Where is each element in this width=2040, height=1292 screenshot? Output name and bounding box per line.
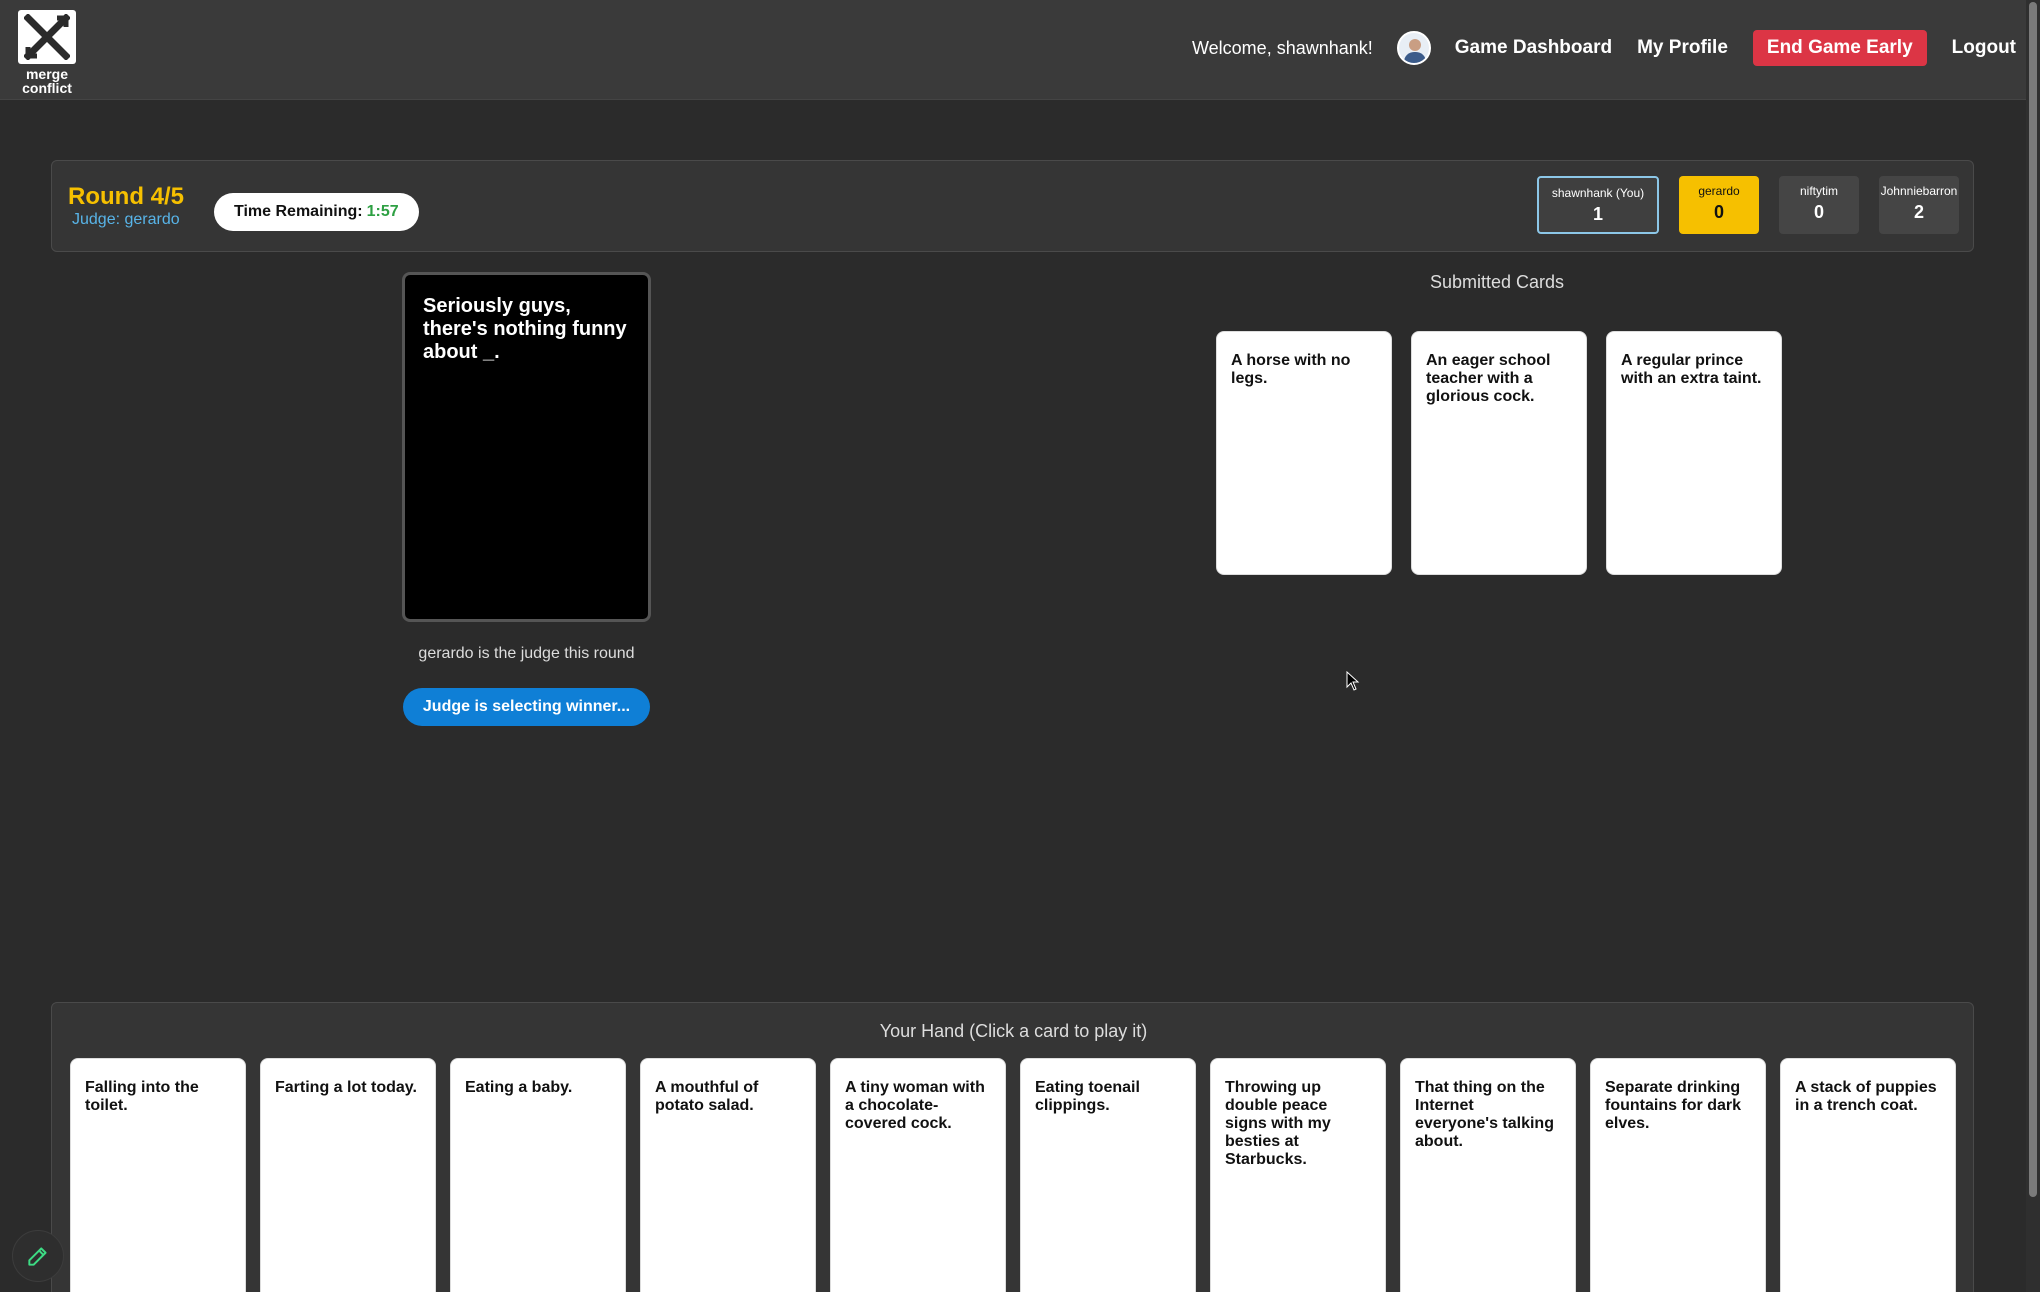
player-score-judge: gerardo 0 <box>1679 176 1759 234</box>
player-score: 2 <box>1913 202 1924 222</box>
hand-card[interactable]: Farting a lot today. <box>260 1058 436 1292</box>
round-title: Round 4/5 <box>68 183 185 210</box>
hand-card[interactable]: A stack of puppies in a trench coat. <box>1780 1058 1956 1292</box>
judge-label: Judge: gerardo <box>72 211 180 228</box>
mouse-pointer-icon <box>1346 671 1360 691</box>
end-game-early-button[interactable]: End Game Early <box>1752 30 1927 66</box>
brand-name: merge conflict <box>22 66 72 96</box>
brand-logo[interactable]: merge conflict <box>18 10 76 95</box>
hand-card[interactable]: Eating toenail clippings. <box>1020 1058 1196 1292</box>
hand-card[interactable]: Falling into the toilet. <box>70 1058 246 1292</box>
hand-card[interactable]: Eating a baby. <box>450 1058 626 1292</box>
black-prompt-card: Seriously guys, there's nothing funny ab… <box>402 272 651 622</box>
nav-my-profile[interactable]: My Profile <box>1637 37 1728 59</box>
timer-label: Time Remaining: <box>234 203 363 220</box>
x-mark-icon <box>18 10 76 64</box>
submitted-card[interactable]: A horse with no legs. <box>1216 331 1392 575</box>
hand-card[interactable]: Throwing up double peace signs with my b… <box>1210 1058 1386 1292</box>
scrollbar-thumb[interactable] <box>2029 2 2037 1197</box>
nav-game-dashboard[interactable]: Game Dashboard <box>1455 37 1612 59</box>
player-score: 0 <box>1813 202 1824 222</box>
time-remaining: Time Remaining: 1:57 <box>214 193 419 231</box>
edit-button[interactable] <box>12 1230 64 1282</box>
submitted-card[interactable]: An eager school teacher with a glorious … <box>1411 331 1587 575</box>
pencil-icon <box>28 1247 47 1266</box>
player-score-card: Johnniebarron 2 <box>1879 176 1959 234</box>
hand-card[interactable]: A tiny woman with a chocolate-covered co… <box>830 1058 1006 1292</box>
avatar[interactable] <box>1396 31 1431 65</box>
submitted-card[interactable]: A regular prince with an extra taint. <box>1606 331 1782 575</box>
player-score-you: shawnhank (You) 1 <box>1537 176 1659 234</box>
hand-card[interactable]: That thing on the Internet everyone's ta… <box>1400 1058 1576 1292</box>
judge-status-button[interactable]: Judge is selecting winner... <box>403 688 650 726</box>
hand-card[interactable]: A mouthful of potato salad. <box>640 1058 816 1292</box>
hand-card[interactable]: Separate drinking fountains for dark elv… <box>1590 1058 1766 1292</box>
round-status-bar: Round 4/5 Judge: gerardo Time Remaining:… <box>51 160 1974 252</box>
submitted-cards-title: Submitted Cards <box>1429 272 1565 292</box>
nav-links: Welcome, shawnhank! Game Dashboard My Pr… <box>1192 30 2016 66</box>
player-name: niftytim <box>1799 184 1838 198</box>
welcome-text: Welcome, shawnhank! <box>1192 37 1373 58</box>
player-name: Johnniebarron <box>1880 184 1958 198</box>
scoreboard: shawnhank (You) 1 gerardo 0 niftytim 0 J… <box>1537 176 1959 234</box>
player-score: 1 <box>1592 204 1603 224</box>
page-scrollbar[interactable] <box>2026 0 2040 1292</box>
top-navbar: merge conflict Welcome, shawnhank! Game … <box>0 0 2040 100</box>
player-score: 0 <box>1713 202 1724 222</box>
hand-title: Your Hand (Click a card to play it) <box>879 1021 1148 1041</box>
logout-link[interactable]: Logout <box>1952 37 2016 59</box>
judge-note: gerardo is the judge this round <box>418 645 635 662</box>
player-name: shawnhank (You) <box>1551 186 1645 200</box>
player-score-card: niftytim 0 <box>1779 176 1859 234</box>
timer-value: 1:57 <box>366 203 399 220</box>
player-name: gerardo <box>1698 184 1740 198</box>
